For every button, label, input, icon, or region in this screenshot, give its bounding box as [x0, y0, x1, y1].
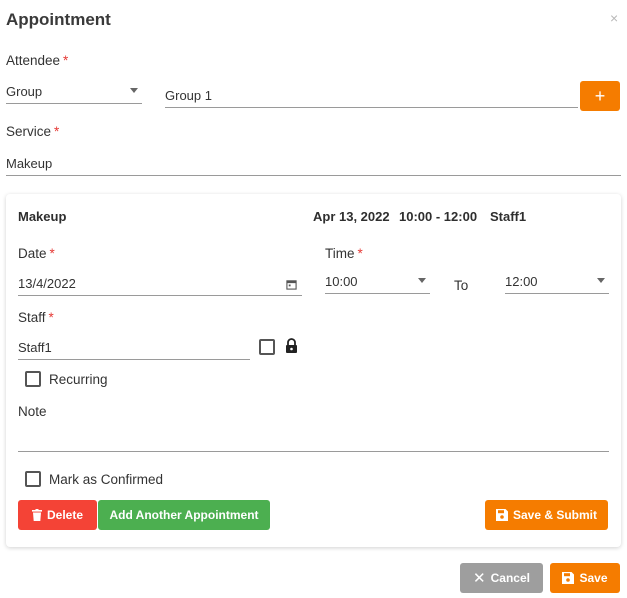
save-submit-button[interactable]: Save & Submit: [485, 500, 608, 530]
mark-confirmed-label: Mark as Confirmed: [49, 472, 164, 487]
note-input[interactable]: [18, 426, 609, 452]
save-icon: [495, 509, 508, 521]
attendee-label: Attendee *: [6, 53, 69, 68]
time-to-select[interactable]: 12:00: [505, 268, 609, 294]
save-button[interactable]: Save: [550, 563, 620, 593]
add-another-appointment-button[interactable]: Add Another Appointment: [98, 500, 270, 530]
appointment-service-name: Makeup: [18, 209, 67, 224]
chevron-down-icon: [130, 88, 138, 93]
appointment-date-summary: Apr 13, 2022: [313, 209, 390, 224]
service-label: Service *: [6, 124, 60, 139]
staff-input[interactable]: Staff1: [18, 334, 250, 360]
close-icon[interactable]: ×: [610, 10, 618, 26]
chevron-down-icon: [597, 278, 605, 283]
appointment-time-summary: 10:00 - 12:00: [399, 209, 478, 224]
cancel-button[interactable]: ✕ Cancel: [460, 563, 543, 593]
to-label: To: [454, 278, 469, 293]
staff-label: Staff *: [18, 310, 54, 325]
note-label: Note: [18, 404, 47, 419]
close-icon: ✕: [473, 570, 486, 587]
time-from-select[interactable]: 10:00: [325, 268, 430, 294]
delete-button[interactable]: Delete: [18, 500, 97, 530]
time-label: Time *: [325, 246, 363, 261]
save-icon: [562, 572, 575, 584]
staff-lock-checkbox[interactable]: [259, 339, 275, 355]
mark-confirmed-checkbox[interactable]: [25, 471, 41, 487]
appointment-staff-summary: Staff1: [490, 209, 527, 224]
appointment-card: Makeup Apr 13, 2022 10:00 - 12:00 Staff1…: [6, 194, 621, 547]
add-attendee-button[interactable]: +: [580, 81, 620, 111]
recurring-checkbox[interactable]: [25, 371, 41, 387]
dialog-title: Appointment: [6, 10, 111, 29]
recurring-label: Recurring: [49, 372, 108, 387]
lock-icon: [285, 338, 298, 354]
service-input[interactable]: Makeup: [6, 150, 621, 176]
date-input[interactable]: 13/4/2022: [18, 270, 302, 296]
trash-icon: [31, 509, 42, 521]
attendee-type-select[interactable]: Group: [6, 78, 142, 104]
group-input[interactable]: Group 1: [165, 82, 578, 108]
chevron-down-icon: [418, 278, 426, 283]
calendar-icon[interactable]: [286, 279, 297, 290]
date-label: Date *: [18, 246, 55, 261]
